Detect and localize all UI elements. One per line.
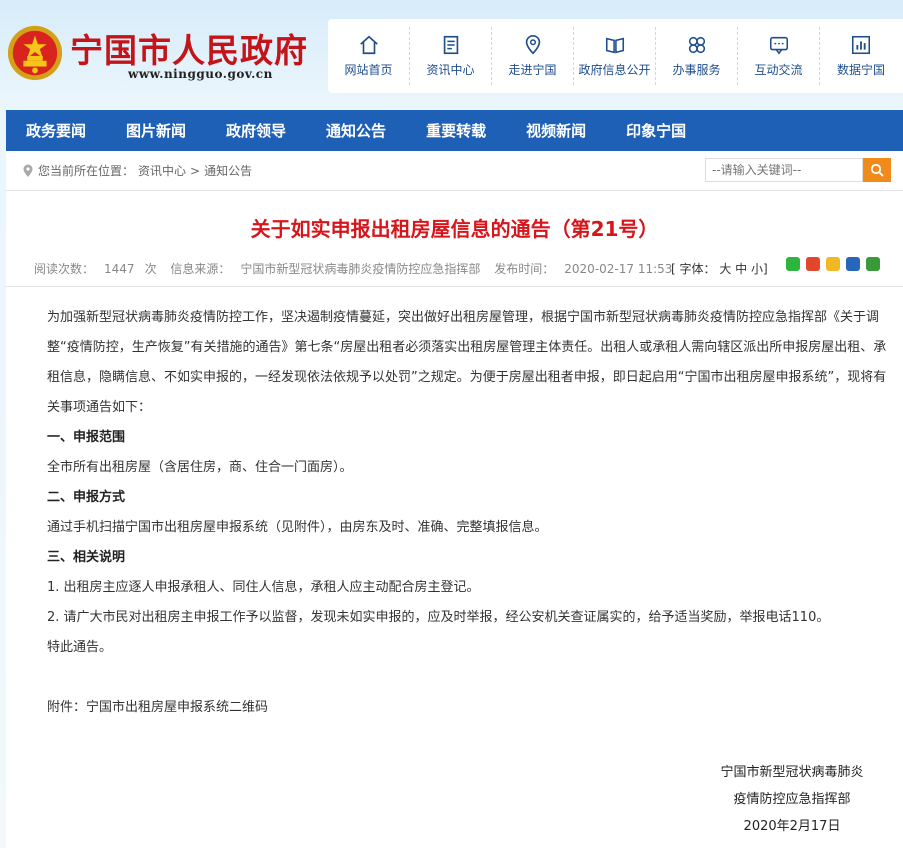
source-value: 宁国市新型冠状病毒肺炎疫情防控应急指挥部	[240, 262, 481, 276]
font-large-button[interactable]: 大	[719, 262, 731, 276]
share-bar	[786, 257, 886, 271]
mainnav-leaders[interactable]: 政府领导	[226, 120, 286, 141]
topnav-info[interactable]: 政府信息公开	[574, 27, 656, 85]
closing: 特此通告。	[47, 640, 113, 655]
views-count: 1447	[104, 262, 135, 276]
topnav-data-label: 数据宁国	[836, 63, 885, 77]
intro-paragraph: 为加强新型冠状病毒肺炎疫情防控工作，坚决遏制疫情蔓延，突出做好出租房屋管理，根据…	[47, 303, 893, 423]
breadcrumb: 您当前所在位置： 资讯中心 > 通知公告	[22, 162, 256, 179]
wechat-share-icon[interactable]	[786, 257, 800, 271]
location-icon	[23, 164, 33, 177]
mainnav-politics[interactable]: 政务要闻	[26, 120, 86, 141]
topnav-interact[interactable]: 互动交流	[738, 27, 820, 85]
book-icon	[605, 37, 624, 54]
topnav-home-label: 网站首页	[344, 63, 393, 77]
top-nav: 网站首页 资讯中心 走进宁国 政府信息公开 办事服务 互动交流 数据宁国	[328, 19, 903, 93]
qzone-share-icon[interactable]	[826, 257, 840, 271]
topnav-about[interactable]: 走进宁国	[492, 27, 574, 85]
content-panel: 您当前所在位置： 资讯中心 > 通知公告 关于如实申报出租房屋信息的通告（第21…	[6, 151, 903, 848]
section-2-text: 通过手机扫描宁国市出租房屋申报系统（见附件），由房东及时、准确、完整填报信息。	[47, 520, 548, 535]
topnav-interact-label: 互动交流	[754, 63, 803, 77]
chat-icon	[769, 36, 788, 55]
douban-share-icon[interactable]	[866, 257, 880, 271]
font-label: [ 字体：	[671, 262, 716, 276]
mainnav-impression[interactable]: 印象宁国	[626, 120, 686, 141]
font-small-button[interactable]: 小	[751, 262, 763, 276]
article-title: 关于如实申报出租房屋信息的通告（第21号）	[250, 217, 659, 241]
section-1-heading: 一、申报范围	[47, 430, 126, 445]
meta-divider	[6, 286, 903, 287]
intro-text: 为加强新型冠状病毒肺炎疫情防控工作，坚决遏制疫情蔓延，突出做好出租房屋管理，根据…	[47, 310, 887, 415]
service-icon	[688, 36, 705, 54]
signature-date: 2020年2月17日	[743, 819, 841, 834]
article-body: 为加强新型冠状病毒肺炎疫情防控工作，坚决遏制疫情蔓延，突出做好出租房屋管理，根据…	[47, 303, 893, 723]
map-pin-icon	[525, 35, 540, 55]
breadcrumb-news[interactable]: 资讯中心	[138, 162, 186, 179]
topnav-service-label: 办事服务	[672, 63, 721, 77]
views-unit: 次	[144, 262, 157, 276]
topnav-about-label: 走进宁国	[508, 63, 557, 77]
article-meta: 阅读次数： 1447 次 信息来源： 宁国市新型冠状病毒肺炎疫情防控应急指挥部 发布时…	[34, 260, 682, 277]
site-url: www.ningguo.gov.cn	[128, 67, 273, 81]
signature: 宁国市新型冠状病毒肺炎 疫情防控应急指挥部 2020年2月17日	[692, 761, 892, 838]
document-icon	[443, 35, 458, 55]
mainnav-reprints[interactable]: 重要转载	[426, 120, 486, 141]
source-label: 信息来源：	[170, 262, 231, 276]
breadcrumb-separator: >	[190, 163, 201, 178]
publish-time: 2020-02-17 11:53	[564, 262, 673, 276]
font-end: ]	[763, 262, 768, 276]
topnav-news-label: 资讯中心	[426, 63, 475, 77]
attachment[interactable]: 附件：宁国市出租房屋申报系统二维码	[47, 693, 893, 723]
breadcrumb-notices[interactable]: 通知公告	[204, 162, 252, 179]
topnav-news[interactable]: 资讯中心	[410, 27, 492, 85]
divider	[6, 190, 903, 191]
views-label: 阅读次数：	[34, 262, 95, 276]
mainnav-video[interactable]: 视频新闻	[526, 120, 586, 141]
section-3-heading: 三、相关说明	[47, 550, 126, 565]
renren-share-icon[interactable]	[846, 257, 860, 271]
section-2-heading: 二、申报方式	[47, 490, 126, 505]
weibo-share-icon[interactable]	[806, 257, 820, 271]
search-button[interactable]	[863, 158, 891, 182]
topnav-home[interactable]: 网站首页	[328, 27, 410, 85]
site-header: 宁国市人民政府 www.ningguo.gov.cn 网站首页 资讯中心 走进宁…	[0, 0, 903, 110]
signature-line-2: 疫情防控应急指挥部	[733, 792, 851, 807]
home-icon	[359, 35, 378, 55]
topnav-service[interactable]: 办事服务	[656, 27, 738, 85]
signature-line-1: 宁国市新型冠状病毒肺炎	[720, 765, 864, 780]
national-emblem-logo[interactable]	[6, 24, 64, 82]
section-3-item-2: 2. 请广大市民对出租房主申报工作予以监督，发现未如实申报的，应及时举报，经公安…	[47, 610, 830, 625]
site-title[interactable]: 宁国市人民政府	[70, 24, 308, 72]
search-box	[705, 158, 891, 182]
search-input[interactable]	[705, 158, 863, 182]
search-icon	[870, 163, 884, 177]
font-medium-button[interactable]: 中	[735, 262, 747, 276]
main-nav: 政务要闻 图片新闻 政府领导 通知公告 重要转载 视频新闻 印象宁国	[6, 110, 903, 151]
time-label: 发布时间：	[494, 262, 555, 276]
section-1-text: 全市所有出租房屋（含居住房，商、住合一门面房）。	[47, 460, 353, 475]
font-size-control: [ 字体： 大 中 小]	[671, 260, 768, 277]
mainnav-photos[interactable]: 图片新闻	[126, 120, 186, 141]
topnav-info-label: 政府信息公开	[578, 63, 651, 77]
section-3-item-1: 1. 出租房主应逐人申报承租人、同住人信息，承租人应主动配合房主登记。	[47, 580, 480, 595]
topnav-data[interactable]: 数据宁国	[820, 27, 902, 85]
mainnav-notices[interactable]: 通知公告	[326, 120, 386, 141]
breadcrumb-prefix: 您当前所在位置：	[38, 164, 135, 178]
chart-icon	[851, 35, 871, 55]
